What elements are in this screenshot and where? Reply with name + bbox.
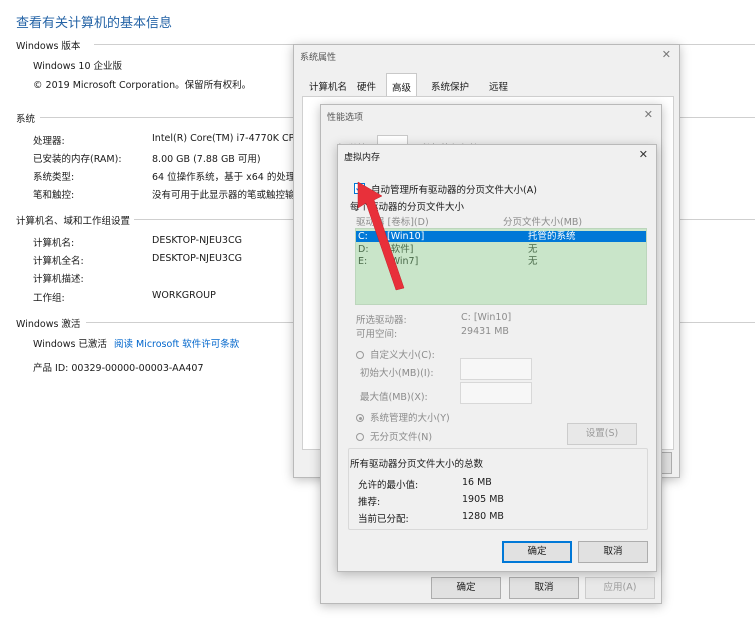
performance-options-title: 性能选项: [327, 113, 364, 123]
section-activation-label: Windows 激活: [16, 319, 81, 330]
column-size-header: 分页文件大小(MB): [503, 217, 583, 228]
free-space-label: 可用空间:: [356, 329, 398, 340]
system-managed-option: 系统管理的大小(Y): [356, 410, 450, 424]
section-computer-name-label: 计算机名、域和工作组设置: [16, 216, 131, 227]
full-name-value: DESKTOP-NJEU3CG: [152, 253, 242, 264]
tab-computer-name[interactable]: 计算机名: [304, 75, 352, 97]
custom-size-label: 自定义大小(C):: [370, 350, 435, 361]
pen-touch-label: 笔和触控:: [33, 190, 75, 201]
computer-name-value: DESKTOP-NJEU3CG: [152, 235, 242, 246]
pen-touch-value: 没有可用于此显示器的笔或触控输入: [152, 190, 305, 201]
full-name-label: 计算机全名:: [33, 256, 84, 267]
tab-system-protection[interactable]: 系统保护: [426, 75, 474, 97]
virtual-memory-title: 虚拟内存: [344, 153, 381, 163]
system-properties-close-icon[interactable]: ✕: [662, 48, 671, 61]
edition-value: Windows 10 企业版: [33, 61, 123, 72]
copyright-text: © 2019 Microsoft Corporation。保留所有权利。: [33, 80, 252, 91]
section-system-label: 系统: [16, 114, 36, 125]
drive-size: 无: [528, 244, 538, 255]
performance-options-close-icon[interactable]: ✕: [644, 108, 653, 121]
page-title: 查看有关计算机的基本信息: [16, 16, 173, 31]
workgroup-value: WORKGROUP: [152, 290, 216, 301]
max-size-input: [460, 382, 532, 404]
description-label: 计算机描述:: [33, 274, 84, 285]
performance-apply-button: 应用(A): [585, 577, 655, 599]
drive-size: 无: [528, 256, 538, 267]
min-allowed-value: 16 MB: [462, 477, 492, 488]
drive-size: 托管的系统: [528, 231, 576, 242]
selected-drive-value: C: [Win10]: [461, 312, 512, 323]
max-size-label: 最大值(MB)(X):: [360, 392, 428, 403]
initial-size-input: [460, 358, 532, 380]
min-allowed-label: 允许的最小值:: [358, 480, 419, 491]
tab-remote[interactable]: 远程: [484, 75, 513, 97]
set-button: 设置(S): [567, 423, 637, 445]
custom-size-radio: [356, 351, 364, 359]
selected-drive-label: 所选驱动器:: [356, 315, 407, 326]
totals-label: 所有驱动器分页文件大小的总数: [350, 459, 484, 470]
recommended-label: 推荐:: [358, 497, 381, 508]
system-properties-title: 系统属性: [300, 53, 337, 63]
red-arrow-icon: [357, 181, 405, 291]
no-paging-radio: [356, 433, 364, 441]
red-arrow-annotation: [357, 181, 405, 291]
workgroup-label: 工作组:: [33, 293, 65, 304]
product-id: 产品 ID: 00329-00000-00003-AA407: [33, 363, 204, 374]
section-edition-label: Windows 版本: [16, 41, 81, 52]
no-paging-label: 无分页文件(N): [370, 432, 433, 443]
activation-status-text: Windows 已激活: [33, 339, 107, 350]
allocated-value: 1280 MB: [462, 511, 504, 522]
initial-size-label: 初始大小(MB)(I):: [360, 368, 434, 379]
custom-size-option: 自定义大小(C):: [356, 347, 435, 361]
ram-label: 已安装的内存(RAM):: [33, 154, 122, 165]
ram-value: 8.00 GB (7.88 GB 可用): [152, 154, 261, 165]
computer-name-label: 计算机名:: [33, 238, 75, 249]
activation-status: Windows 已激活 阅读 Microsoft 软件许可条款: [33, 336, 239, 350]
virtual-memory-ok-button[interactable]: 确定: [502, 541, 572, 563]
recommended-value: 1905 MB: [462, 494, 504, 505]
free-space-value: 29431 MB: [461, 326, 509, 337]
system-managed-radio: [356, 414, 364, 422]
processor-value: Intel(R) Core(TM) i7-4770K CPU: [152, 133, 302, 144]
performance-cancel-button[interactable]: 取消: [509, 577, 579, 599]
virtual-memory-cancel-button[interactable]: 取消: [578, 541, 648, 563]
allocated-label: 当前已分配:: [358, 514, 409, 525]
tab-advanced[interactable]: 高级: [386, 73, 418, 98]
tab-hardware[interactable]: 硬件: [352, 75, 381, 97]
performance-ok-button[interactable]: 确定: [431, 577, 501, 599]
system-properties-tabs: 计算机名 硬件 高级 系统保护 远程: [304, 73, 664, 98]
system-type-label: 系统类型:: [33, 172, 75, 183]
system-managed-label: 系统管理的大小(Y): [370, 413, 450, 424]
no-paging-option: 无分页文件(N): [356, 429, 432, 443]
virtual-memory-close-icon[interactable]: ✕: [639, 148, 648, 161]
processor-label: 处理器:: [33, 136, 65, 147]
license-link[interactable]: 阅读 Microsoft 软件许可条款: [114, 339, 239, 350]
system-type-value: 64 位操作系统，基于 x64 的处理器: [152, 172, 305, 183]
